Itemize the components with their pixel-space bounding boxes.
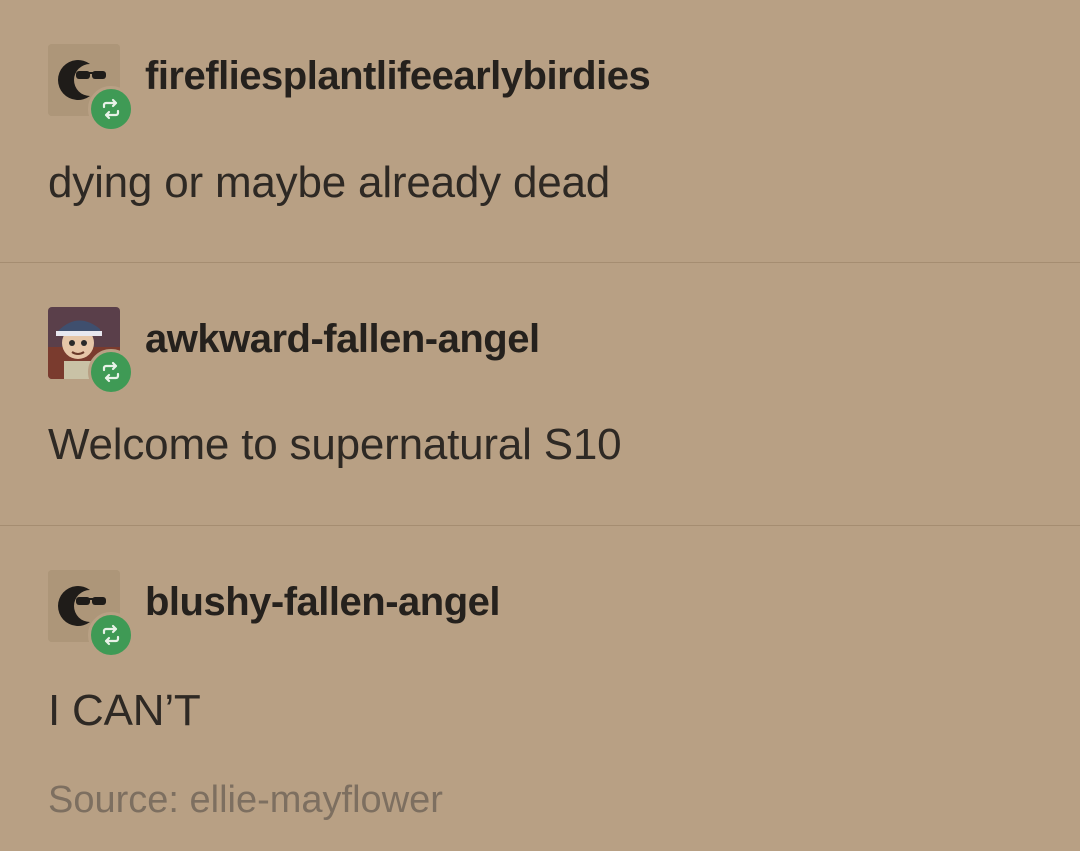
post-username[interactable]: awkward-fallen-angel [145, 317, 540, 362]
reblog-post: awkward-fallen-angel Welcome to supernat… [0, 263, 1080, 525]
reblog-icon [102, 98, 120, 120]
post-header: awkward-fallen-angel [48, 307, 948, 397]
reblog-badge [88, 349, 134, 395]
post-text: Welcome to supernatural S10 [48, 420, 622, 469]
post-username[interactable]: blushy-fallen-angel [145, 580, 501, 625]
post-username[interactable]: firefliesplantlifeearlybirdies [145, 54, 651, 99]
reblog-badge [88, 86, 134, 132]
post-text: I CAN’T [48, 686, 201, 735]
post-header: blushy-fallen-angel [48, 570, 948, 660]
post-text: dying or maybe already dead [48, 158, 611, 207]
post-header: firefliesplantlifeearlybirdies [48, 44, 948, 134]
reblog-badge [88, 612, 134, 658]
reblog-icon [102, 361, 120, 383]
source-link[interactable]: Source: ellie-mayflower [48, 779, 443, 822]
reblog-post: blushy-fallen-angel I CAN’T Source: elli… [0, 526, 1080, 851]
reblog-thread: firefliesplantlifeearlybirdies dying or … [0, 0, 1080, 851]
reblog-post: firefliesplantlifeearlybirdies dying or … [0, 0, 1080, 262]
reblog-icon [102, 624, 120, 646]
